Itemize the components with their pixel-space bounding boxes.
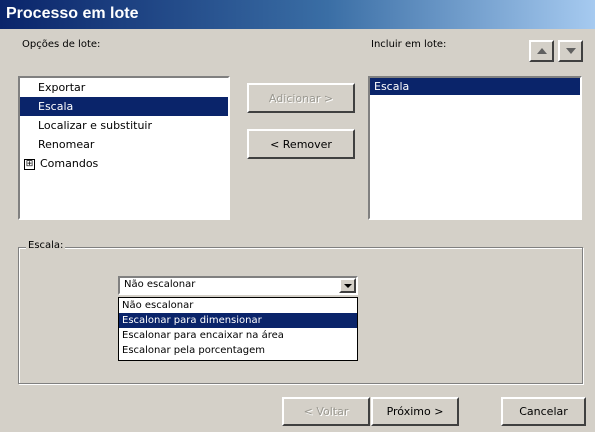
scale-select-value: Não escalonar (124, 279, 196, 290)
scale-dropdown-list: Não escalonar Escalonar para dimensionar… (118, 297, 358, 361)
option-item[interactable]: Exportar (20, 78, 228, 97)
scale-dropdown-button[interactable] (339, 278, 356, 293)
scale-select[interactable]: Não escalonar (118, 276, 358, 295)
option-item-label: Exportar (38, 81, 86, 94)
cancel-button[interactable]: Cancelar (501, 397, 586, 426)
expand-plus-icon[interactable]: ⊞ (24, 158, 35, 170)
remove-button[interactable]: < Remover (247, 129, 355, 159)
chevron-down-icon (343, 283, 352, 288)
add-button[interactable]: Adicionar > (247, 83, 355, 113)
include-in-batch-label: Incluir em lote: (371, 39, 447, 50)
option-item-label: Escala (38, 100, 74, 113)
option-item-label: Localizar e substituir (38, 119, 153, 132)
batch-options-label: Opções de lote: (22, 39, 101, 50)
option-item-label: Renomear (38, 138, 95, 151)
title-bar[interactable]: Processo em lote (0, 0, 595, 29)
back-button[interactable]: < Voltar (282, 397, 370, 426)
option-item-label: Comandos (40, 157, 99, 170)
move-down-button[interactable] (558, 40, 583, 62)
window-title: Processo em lote (6, 5, 139, 22)
move-up-button[interactable] (529, 40, 554, 62)
scale-option[interactable]: Não escalonar (119, 298, 357, 313)
option-item[interactable]: ⊞ Comandos (20, 154, 228, 173)
scale-option[interactable]: Escalonar para encaixar na área (119, 328, 357, 343)
scale-option[interactable]: Escalonar pela porcentagem (119, 343, 357, 358)
arrow-down-icon (565, 48, 576, 54)
scale-group-label: Escala: (26, 240, 66, 251)
scale-option[interactable]: Escalonar para dimensionar (119, 313, 357, 328)
include-item[interactable]: Escala (370, 78, 580, 95)
next-button[interactable]: Próximo > (371, 397, 459, 426)
include-item-label: Escala (374, 80, 410, 93)
batch-options-list[interactable]: Exportar Escala Localizar e substituir R… (18, 76, 230, 220)
option-item[interactable]: Renomear (20, 135, 228, 154)
option-item[interactable]: Escala (20, 97, 228, 116)
arrow-up-icon (536, 48, 547, 54)
batch-include-list[interactable]: Escala (368, 76, 582, 220)
batch-process-dialog: Processo em lote Opções de lote: Exporta… (0, 0, 595, 432)
option-item[interactable]: Localizar e substituir (20, 116, 228, 135)
